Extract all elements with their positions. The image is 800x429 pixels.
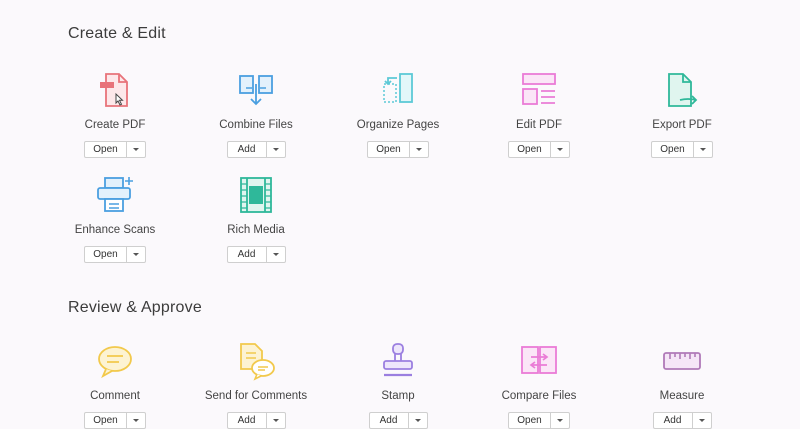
chevron-down-icon[interactable] [125, 142, 145, 157]
chevron-down-icon[interactable] [265, 142, 285, 157]
tool-label: Edit PDF [515, 119, 562, 131]
comment-icon [98, 346, 132, 379]
chevron-down-icon[interactable] [408, 142, 428, 157]
add-button[interactable]: Add [228, 142, 266, 157]
tool-comment[interactable]: Comment Open [44, 341, 186, 429]
tool-create-pdf[interactable]: Create PDF Open [44, 70, 186, 158]
chevron-down-icon[interactable] [692, 142, 712, 157]
tool-stamp[interactable]: Stamp Add [327, 341, 469, 429]
tool-label: Comment [90, 390, 140, 402]
tool-label: Rich Media [227, 224, 285, 236]
tool-action-split-button: Open [367, 141, 429, 158]
combine-files-icon [239, 75, 273, 106]
tool-edit-pdf[interactable]: Edit PDF Open [468, 70, 610, 158]
enhance-scans-icon [97, 177, 133, 212]
tool-label: Enhance Scans [74, 224, 156, 236]
open-button[interactable]: Open [85, 142, 125, 157]
organize-pages-icon [383, 73, 413, 103]
tool-action-split-button: Open [508, 412, 570, 429]
tool-rich-media[interactable]: Rich Media Add [185, 175, 327, 263]
open-button[interactable]: Open [368, 142, 408, 157]
tool-label: Create PDF [84, 119, 146, 131]
open-button[interactable]: Open [85, 247, 125, 262]
tool-compare-files[interactable]: Compare Files Open [468, 341, 610, 429]
chevron-down-icon[interactable] [265, 247, 285, 262]
tool-action-split-button: Open [508, 141, 570, 158]
tool-action-split-button: Open [84, 246, 146, 263]
section-title-create-edit: Create & Edit [68, 25, 166, 42]
tool-label: Send for Comments [204, 390, 308, 402]
tool-action-split-button: Add [226, 141, 286, 158]
tool-export-pdf[interactable]: Export PDF Open [611, 70, 753, 158]
tool-action-split-button: Add [652, 412, 712, 429]
tool-action-split-button: Open [651, 141, 713, 158]
chevron-down-icon[interactable] [549, 142, 569, 157]
tool-label: Combine Files [219, 119, 293, 131]
compare-files-icon [521, 346, 557, 374]
rich-media-icon [240, 177, 272, 213]
tool-action-split-button: Add [226, 246, 286, 263]
section-title-review-approve: Review & Approve [68, 299, 202, 316]
export-pdf-icon [668, 73, 698, 107]
tool-label: Stamp [381, 390, 415, 402]
tool-combine-files[interactable]: Combine Files Add [185, 70, 327, 158]
create-pdf-icon [100, 73, 128, 107]
tool-organize-pages[interactable]: Organize Pages Open [327, 70, 469, 158]
tool-label: Organize Pages [356, 119, 440, 131]
tool-label: Measure [659, 390, 705, 402]
tool-action-split-button: Add [226, 412, 286, 429]
open-button[interactable]: Open [652, 142, 692, 157]
open-button[interactable]: Open [509, 142, 549, 157]
tool-action-split-button: Open [84, 412, 146, 429]
chevron-down-icon[interactable] [125, 247, 145, 262]
tool-measure[interactable]: Measure Add [611, 341, 753, 429]
tool-send-for-comments[interactable]: Send for Comments Add [185, 341, 327, 429]
tool-action-split-button: Add [368, 412, 428, 429]
measure-icon [663, 352, 701, 370]
send-for-comments-icon [240, 343, 275, 381]
edit-pdf-icon [522, 73, 556, 105]
add-button[interactable]: Add [228, 247, 266, 262]
tool-label: Compare Files [501, 390, 577, 402]
tool-action-split-button: Open [84, 141, 146, 158]
tool-label: Export PDF [652, 119, 712, 131]
tool-enhance-scans[interactable]: Enhance Scans Open [44, 175, 186, 263]
stamp-icon [383, 343, 413, 377]
